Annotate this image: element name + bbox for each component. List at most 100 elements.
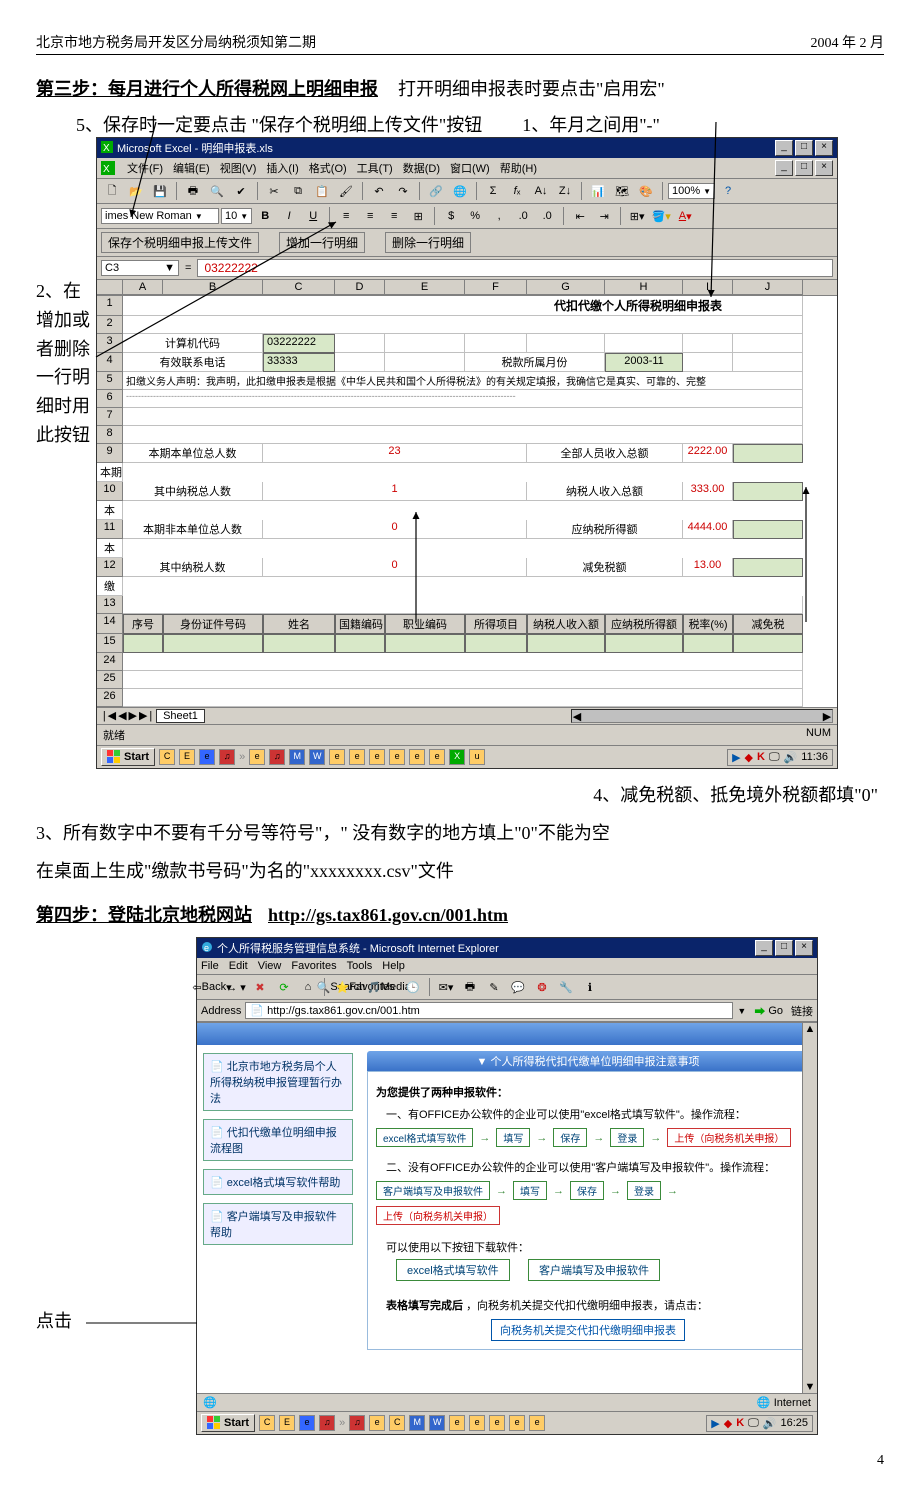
inc-dec-icon[interactable]: .0 bbox=[512, 206, 534, 226]
refresh-icon[interactable]: ⟳ bbox=[273, 977, 295, 997]
open-icon[interactable]: 📂 bbox=[125, 181, 147, 201]
undo-icon[interactable]: ↶ bbox=[368, 181, 390, 201]
row-11[interactable]: 11 bbox=[97, 520, 123, 539]
menu-data[interactable]: 数据(D) bbox=[403, 160, 440, 176]
tray-icon[interactable]: K bbox=[736, 1417, 744, 1429]
task-icon[interactable]: E bbox=[179, 749, 195, 765]
task-icon[interactable]: M bbox=[409, 1415, 425, 1431]
row-13[interactable]: 13 bbox=[97, 596, 123, 614]
task-icon[interactable]: e bbox=[449, 1415, 465, 1431]
row-8[interactable]: 8 bbox=[97, 426, 123, 444]
row-1[interactable]: 1 bbox=[97, 296, 123, 316]
ie-minimize-button[interactable]: _ bbox=[755, 940, 773, 956]
minimize-button[interactable]: _ bbox=[775, 140, 793, 156]
row-12[interactable]: 12 bbox=[97, 558, 123, 577]
task-icon[interactable]: e bbox=[489, 1415, 505, 1431]
ie-menu-view[interactable]: View bbox=[258, 960, 282, 972]
download-client-button[interactable]: 客户端填写及申报软件 bbox=[528, 1259, 660, 1281]
task-icon[interactable]: e bbox=[389, 749, 405, 765]
address-input[interactable]: 📄 http://gs.tax861.gov.cn/001.htm bbox=[245, 1002, 733, 1019]
task-icon[interactable]: e bbox=[299, 1415, 315, 1431]
task-icon[interactable]: ♫ bbox=[219, 749, 235, 765]
web-icon[interactable]: 🌐 bbox=[449, 181, 471, 201]
delete-row-button[interactable]: 删除一行明细 bbox=[385, 232, 471, 253]
task-icon[interactable]: u bbox=[469, 749, 485, 765]
print-icon[interactable]: 🖶 bbox=[182, 181, 204, 201]
indent-inc-icon[interactable]: ⇥ bbox=[593, 206, 615, 226]
info-icon[interactable]: ℹ bbox=[579, 977, 601, 997]
task-icon[interactable]: e bbox=[429, 749, 445, 765]
media-button[interactable]: 🎵Media bbox=[378, 977, 400, 997]
cut-icon[interactable]: ✂ bbox=[263, 181, 285, 201]
task-icon[interactable]: e bbox=[529, 1415, 545, 1431]
menu-view[interactable]: 视图(V) bbox=[220, 160, 257, 176]
redo-icon[interactable]: ↷ bbox=[392, 181, 414, 201]
sidebar-item[interactable]: 📄代扣代缴单位明细申报流程图 bbox=[203, 1119, 353, 1161]
task-icon[interactable]: e bbox=[199, 749, 215, 765]
scrollbar[interactable]: ▲▼ bbox=[802, 1023, 817, 1393]
help-icon[interactable]: ? bbox=[717, 181, 739, 201]
download-excel-button[interactable]: excel格式填写软件 bbox=[396, 1259, 510, 1281]
font-color-icon[interactable]: A▾ bbox=[674, 206, 696, 226]
font-size-combo[interactable]: 10▼ bbox=[221, 208, 252, 224]
underline-icon[interactable]: U bbox=[302, 206, 324, 226]
dec-dec-icon[interactable]: .0 bbox=[536, 206, 558, 226]
save-icon[interactable]: 💾 bbox=[149, 181, 171, 201]
col-I[interactable]: I bbox=[683, 280, 733, 295]
row-25[interactable]: 25 bbox=[97, 671, 123, 689]
discuss-icon[interactable]: 💬 bbox=[507, 977, 529, 997]
sheet1-tab[interactable]: Sheet1 bbox=[156, 709, 205, 723]
task-icon[interactable]: E bbox=[279, 1415, 295, 1431]
edit-icon[interactable]: ✎ bbox=[483, 977, 505, 997]
maximize-button[interactable]: □ bbox=[795, 140, 813, 156]
task-icon[interactable]: ♫ bbox=[349, 1415, 365, 1431]
drawing-icon[interactable]: 🎨 bbox=[635, 181, 657, 201]
preview-icon[interactable]: 🔍 bbox=[206, 181, 228, 201]
ie-menu-edit[interactable]: Edit bbox=[229, 960, 248, 972]
col-G[interactable]: G bbox=[527, 280, 605, 295]
row-7[interactable]: 7 bbox=[97, 408, 123, 426]
currency-icon[interactable]: $ bbox=[440, 206, 462, 226]
task-icon[interactable]: C bbox=[159, 749, 175, 765]
sidebar-item[interactable]: 📄北京市地方税务局个人所得税纳税申报管理暂行办法 bbox=[203, 1053, 353, 1111]
col-E[interactable]: E bbox=[385, 280, 465, 295]
bold-icon[interactable]: B bbox=[254, 206, 276, 226]
task-icon[interactable]: C bbox=[389, 1415, 405, 1431]
row-14[interactable]: 14 bbox=[97, 614, 123, 634]
tab-next-icon[interactable]: ▶ bbox=[129, 709, 137, 723]
task-icon[interactable]: W bbox=[429, 1415, 445, 1431]
task-icon[interactable]: e bbox=[509, 1415, 525, 1431]
col-F[interactable]: F bbox=[465, 280, 527, 295]
indent-dec-icon[interactable]: ⇤ bbox=[569, 206, 591, 226]
hyperlink-icon[interactable]: 🔗 bbox=[425, 181, 447, 201]
menu-help[interactable]: 帮助(H) bbox=[500, 160, 537, 176]
task-icon[interactable]: C bbox=[259, 1415, 275, 1431]
kingsoft-icon[interactable]: ❂ bbox=[531, 977, 553, 997]
ie-menu-favorites[interactable]: Favorites bbox=[291, 960, 336, 972]
tray-icon[interactable]: ▶ bbox=[732, 751, 740, 764]
add-row-button[interactable]: 增加一行明细 bbox=[279, 232, 365, 253]
tray-icon[interactable]: ◆ bbox=[724, 1417, 732, 1430]
format-painter-icon[interactable]: 🖌 bbox=[335, 181, 357, 201]
tab-last-icon[interactable]: ▶| bbox=[139, 709, 154, 723]
row-4[interactable]: 4 bbox=[97, 353, 123, 372]
tool-icon[interactable]: 🔧 bbox=[555, 977, 577, 997]
task-icon[interactable]: W bbox=[309, 749, 325, 765]
row-15[interactable]: 15 bbox=[97, 634, 123, 653]
percent-icon[interactable]: % bbox=[464, 206, 486, 226]
task-icon[interactable]: e bbox=[369, 1415, 385, 1431]
zoom-combo[interactable]: 100%▼ bbox=[668, 183, 715, 199]
task-icon[interactable]: e bbox=[249, 749, 265, 765]
task-icon[interactable]: e bbox=[409, 749, 425, 765]
forward-button[interactable]: → ▾ bbox=[225, 977, 247, 997]
sidebar-item[interactable]: 📄客户端填写及申报软件帮助 bbox=[203, 1203, 353, 1245]
paste-icon[interactable]: 📋 bbox=[311, 181, 333, 201]
task-icon[interactable]: ♫ bbox=[319, 1415, 335, 1431]
value-tax-month[interactable]: 2003-11 bbox=[605, 353, 683, 372]
merge-center-icon[interactable]: ⊞ bbox=[407, 206, 429, 226]
fill-color-icon[interactable]: 🪣▾ bbox=[650, 206, 672, 226]
tray-icon[interactable]: 🔊 bbox=[763, 1417, 777, 1430]
col-H[interactable]: H bbox=[605, 280, 683, 295]
ie-start-button[interactable]: Start bbox=[201, 1414, 255, 1432]
comma-icon[interactable]: , bbox=[488, 206, 510, 226]
